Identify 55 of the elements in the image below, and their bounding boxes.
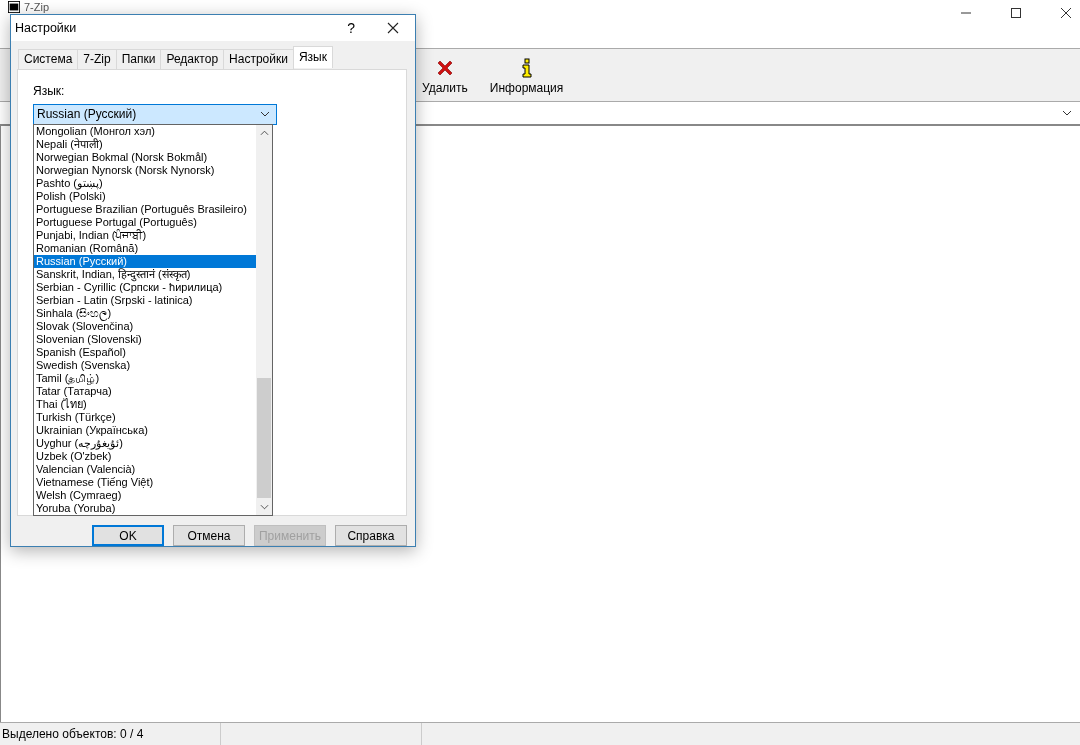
language-option[interactable]: Tamil (தமிழ்) <box>34 372 256 385</box>
dialog-button[interactable]: Справка <box>335 525 407 546</box>
language-option[interactable]: Punjabi, Indian (ਪੰਜਾਬੀ) <box>34 229 256 242</box>
language-option[interactable]: Russian (Русский) <box>34 255 256 268</box>
language-option[interactable]: Slovak (Slovenčina) <box>34 320 256 333</box>
language-dropdown[interactable]: Russian (Русский) <box>33 103 277 125</box>
maximize-icon[interactable] <box>1010 7 1022 19</box>
scrollbar[interactable] <box>256 125 272 515</box>
language-option[interactable]: Romanian (Română) <box>34 242 256 255</box>
dialog-button[interactable]: OK <box>92 525 164 546</box>
language-option[interactable]: Welsh (Cymraeg) <box>34 489 256 502</box>
scrollbar-thumb[interactable] <box>257 378 271 498</box>
language-option[interactable]: Nepali (नेपाली) <box>34 138 256 151</box>
window-title: 7-Zip <box>24 1 50 13</box>
tab[interactable]: Редактор <box>160 48 225 69</box>
close-icon[interactable] <box>387 21 399 34</box>
dialog-button[interactable]: Отмена <box>173 525 245 546</box>
chevron-down-icon <box>260 111 270 118</box>
language-option[interactable]: Swedish (Svenska) <box>34 359 256 372</box>
toolbar-button[interactable]: Удалить <box>414 54 476 101</box>
language-option[interactable]: Sinhala (සිංහල) <box>34 307 256 320</box>
language-option[interactable]: Serbian - Cyrillic (Српски - ћирилица) <box>34 281 256 294</box>
tab[interactable]: Язык <box>292 45 333 68</box>
chevron-down-icon <box>1062 110 1072 116</box>
chevron-up-icon[interactable] <box>259 130 269 136</box>
language-option[interactable]: Vietnamese (Tiếng Việt) <box>34 476 256 489</box>
language-option[interactable]: Sanskrit, Indian, हिन्दुस्तानं (संस्कृत) <box>34 268 256 281</box>
tab[interactable]: Система <box>18 48 79 69</box>
help-button[interactable]: ? <box>347 19 355 36</box>
language-option[interactable]: Pashto (پښتو) <box>34 177 256 190</box>
tab[interactable]: 7-Zip <box>77 48 117 69</box>
language-option[interactable]: Polish (Polski) <box>34 190 256 203</box>
language-option[interactable]: Slovenian (Slovenski) <box>34 333 256 346</box>
language-option[interactable]: Yoruba (Yoruba) <box>34 502 256 515</box>
language-option[interactable]: Mongolian (Монгол хэл) <box>34 125 256 138</box>
language-option[interactable]: Turkish (Türkçe) <box>34 411 256 424</box>
language-option[interactable]: Norwegian Nynorsk (Norsk Nynorsk) <box>34 164 256 177</box>
close-icon[interactable] <box>1060 7 1072 19</box>
status-text: Выделено объектов: 0 / 4 <box>1 727 145 741</box>
language-option[interactable]: Uyghur (ئۇيغۇرچە) <box>34 437 256 450</box>
tab[interactable]: Настройки <box>223 48 294 69</box>
language-option[interactable]: Thai (ไทย) <box>34 398 256 411</box>
language-option[interactable]: Tatar (Татарча) <box>34 385 256 398</box>
language-label: Язык: <box>33 83 66 98</box>
language-option[interactable]: Portuguese Portugal (Português) <box>34 216 256 229</box>
language-option[interactable]: Norwegian Bokmal (Norsk Bokmål) <box>34 151 256 164</box>
language-option[interactable]: Uzbek (O'zbek) <box>34 450 256 463</box>
language-option[interactable]: Ukrainian (Українська) <box>34 424 256 437</box>
language-option[interactable]: Portuguese Brazilian (Português Brasileiro) <box>34 203 256 216</box>
toolbar-button[interactable]: Информация <box>481 54 572 101</box>
language-option[interactable]: Serbian - Latin (Srpski - latinica) <box>34 294 256 307</box>
language-option[interactable]: Valencian (Valencià) <box>34 463 256 476</box>
dialog-title: Настройки <box>15 20 77 35</box>
language-option[interactable]: Spanish (Español) <box>34 346 256 359</box>
chevron-down-icon[interactable] <box>259 504 269 510</box>
